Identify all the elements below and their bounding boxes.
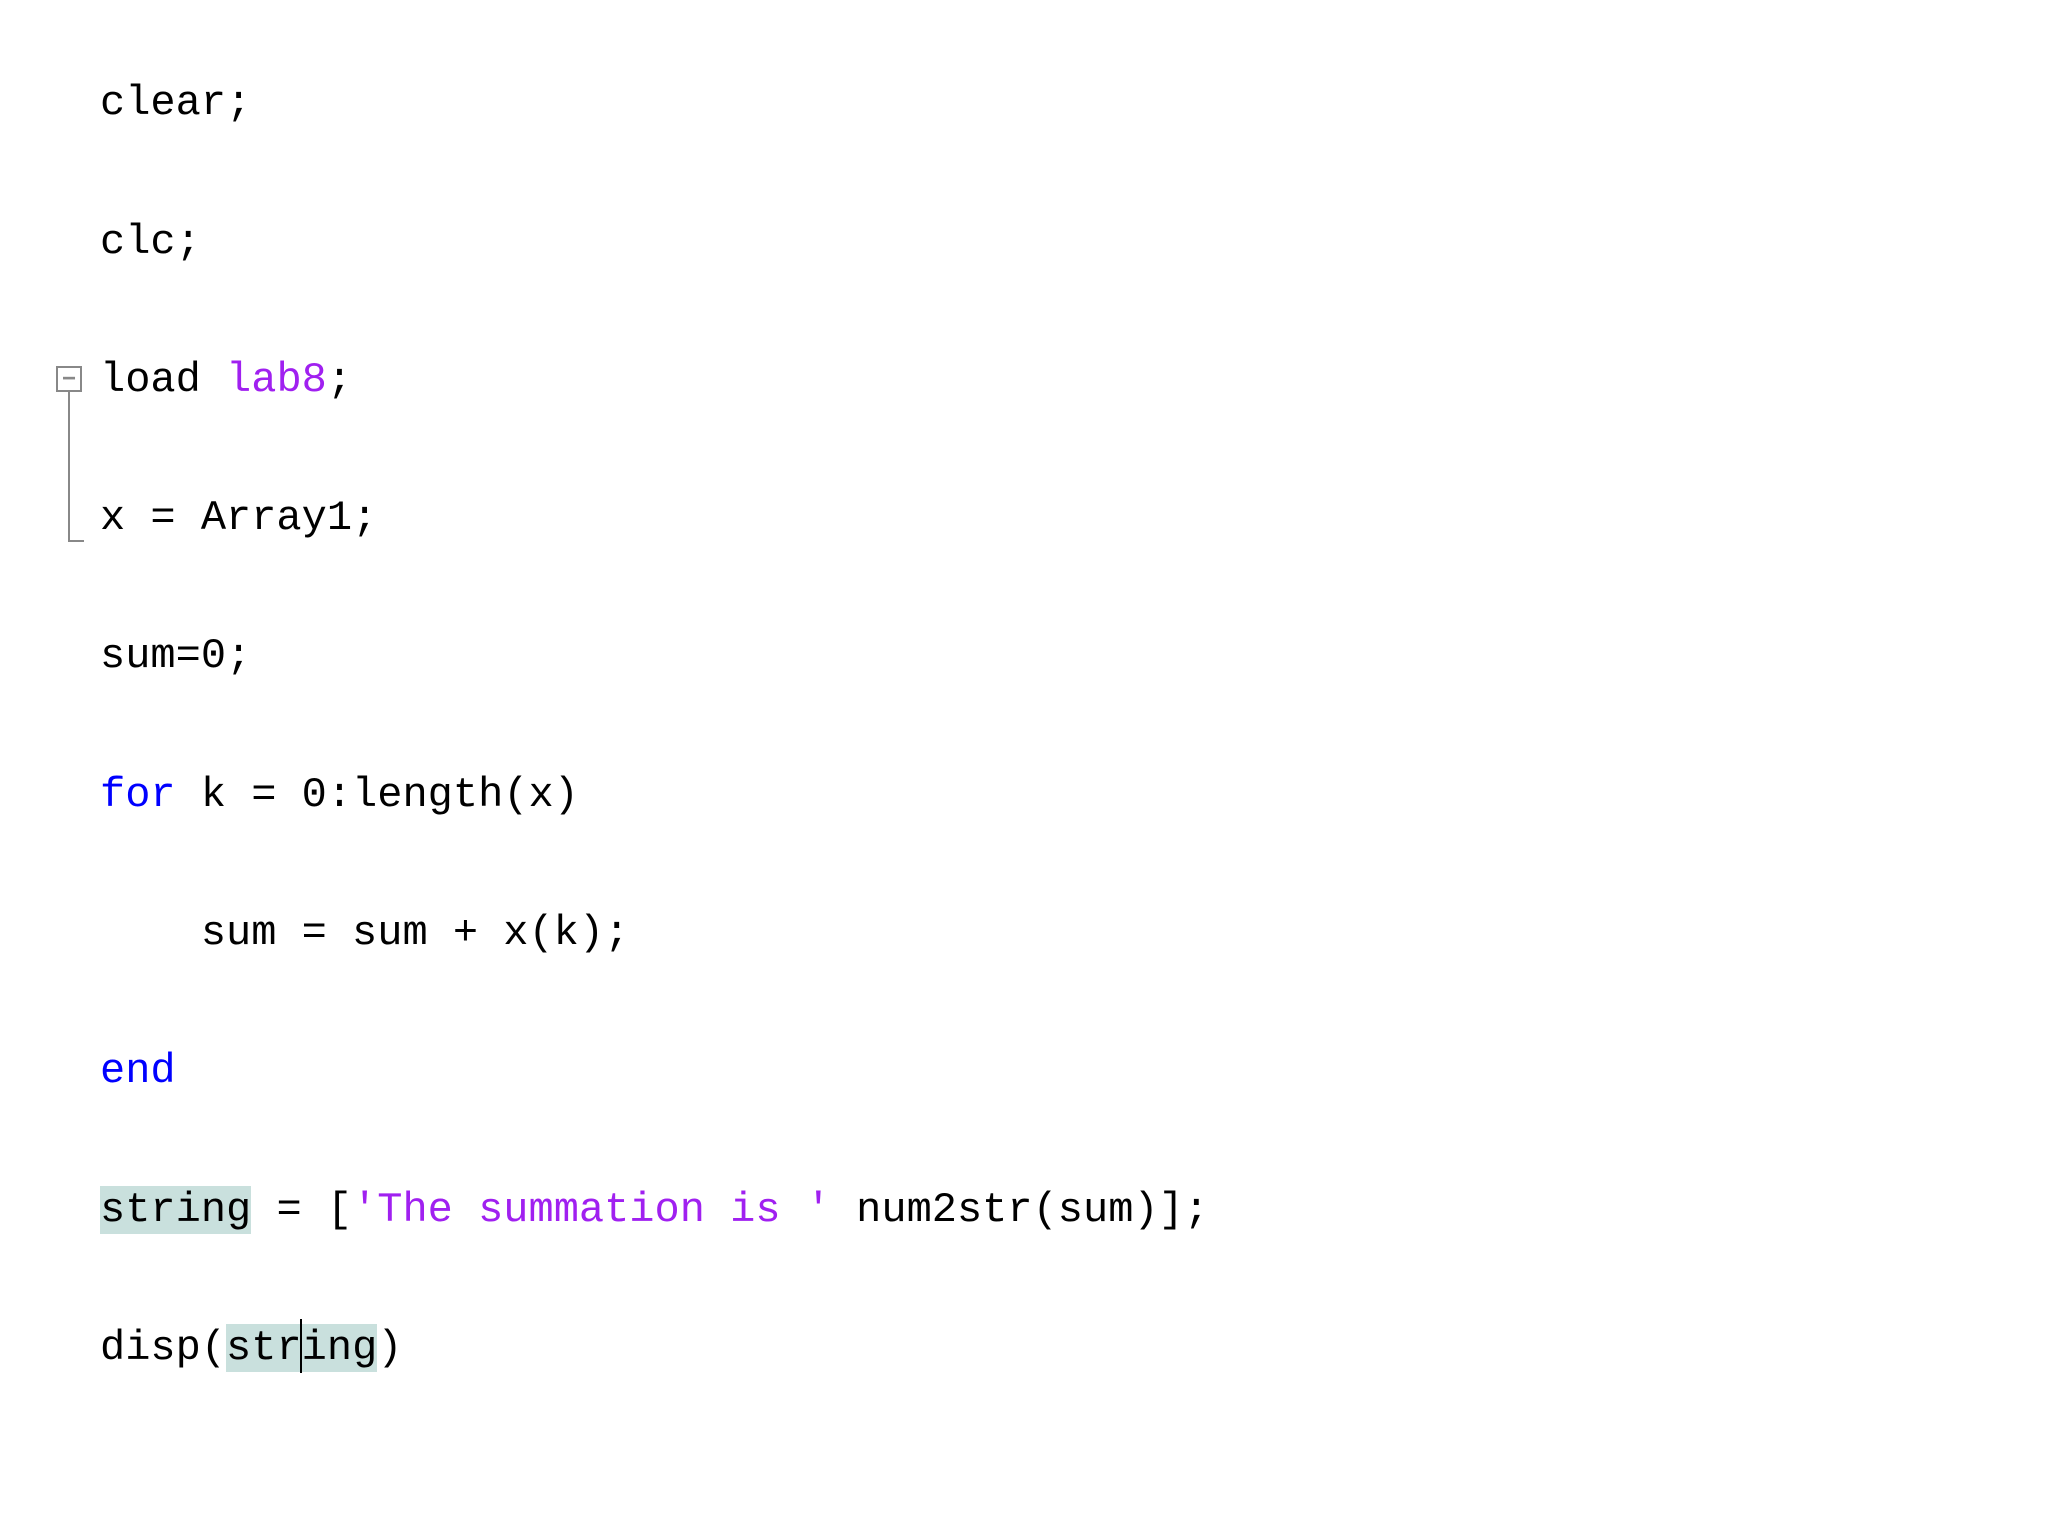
keyword-end: end xyxy=(100,1047,176,1095)
code-line[interactable]: sum=0; xyxy=(100,622,2046,691)
highlighted-token: ing xyxy=(302,1324,378,1372)
code-token: ) xyxy=(377,1324,402,1372)
code-token: lab8 xyxy=(226,356,327,404)
code-token: num2str(sum)]; xyxy=(831,1186,1209,1234)
code-token xyxy=(201,356,226,404)
code-line[interactable]: for k = 0:length(x) xyxy=(100,761,2046,830)
code-token: sum = sum + x(k); xyxy=(100,909,629,957)
highlighted-token: string xyxy=(100,1186,251,1234)
string-literal: 'The summation is ' xyxy=(352,1186,831,1234)
code-line[interactable]: x = Array1; xyxy=(100,484,2046,553)
code-token: x = Array1; xyxy=(100,494,377,542)
minus-icon: − xyxy=(62,367,76,391)
code-line[interactable]: sum = sum + x(k); xyxy=(100,899,2046,968)
code-line[interactable]: disp(string) xyxy=(100,1314,2046,1383)
code-editor[interactable]: − clear; clc; load lab8; x = Array1; sum… xyxy=(0,0,2046,1522)
code-token: ; xyxy=(327,356,352,404)
code-area[interactable]: clear; clc; load lab8; x = Array1; sum=0… xyxy=(100,0,2046,1522)
code-token: ; xyxy=(176,218,201,266)
code-token: disp( xyxy=(100,1324,226,1372)
code-token: sum=0; xyxy=(100,632,251,680)
code-token: k = 0:length(x) xyxy=(176,771,579,819)
fold-gutter: − xyxy=(0,0,100,1522)
highlighted-token: str xyxy=(226,1324,302,1372)
code-line[interactable]: string = ['The summation is ' num2str(su… xyxy=(100,1176,2046,1245)
text-cursor xyxy=(300,1319,302,1373)
code-token: = [ xyxy=(251,1186,352,1234)
fold-toggle-icon[interactable]: − xyxy=(56,366,82,392)
code-line[interactable]: end xyxy=(100,1037,2046,1106)
fold-bracket-line xyxy=(68,392,70,542)
fold-bracket-end xyxy=(68,540,84,542)
code-line[interactable]: load lab8; xyxy=(100,346,2046,415)
code-line[interactable]: clc; xyxy=(100,208,2046,277)
code-token: clear xyxy=(100,79,226,127)
code-line[interactable]: clear; xyxy=(100,69,2046,138)
code-token: ; xyxy=(226,79,251,127)
code-token: clc xyxy=(100,218,176,266)
code-token: load xyxy=(100,356,201,404)
keyword-for: for xyxy=(100,771,176,819)
